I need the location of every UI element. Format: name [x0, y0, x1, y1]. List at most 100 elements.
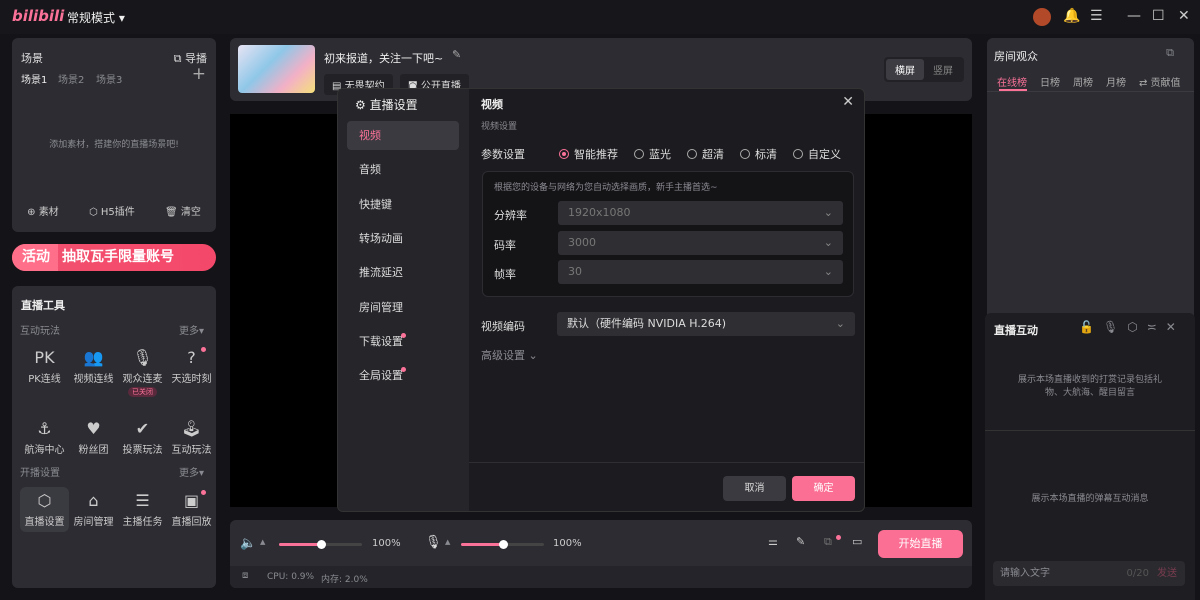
field-label: 帧率 [494, 268, 516, 281]
tool-items1-6[interactable]: ✔ 投票玩法 [118, 415, 167, 460]
camera-icon[interactable]: ▭ [852, 535, 862, 548]
mode-dropdown[interactable]: 常规模式 ▾ [67, 9, 125, 26]
preset-radio-3[interactable]: 标清 [740, 146, 777, 162]
scene-tab-3[interactable]: 场景3 [96, 71, 122, 86]
audience-tab-1[interactable]: 日榜 [1040, 74, 1060, 89]
start-live-button[interactable]: 开始直播 [878, 530, 963, 558]
mic-menu-icon[interactable]: ▲ [445, 538, 450, 546]
avatar[interactable] [1033, 8, 1051, 26]
h5-plugin-button[interactable]: ⬡ H5插件 [89, 203, 135, 218]
tool-icon: ♥ [86, 419, 101, 438]
char-count: 0/20 [1126, 568, 1149, 579]
settings-nav-4[interactable]: 推流延迟 [347, 258, 459, 287]
cancel-button[interactable]: 取消 [723, 476, 786, 501]
tool-items1-5[interactable]: ♥ 粉丝团 [69, 415, 118, 460]
settings-nav-7[interactable]: 全局设置 [347, 361, 459, 390]
settings-nav-5[interactable]: 房间管理 [347, 293, 459, 322]
audience-tab-2[interactable]: 周榜 [1073, 74, 1093, 89]
cast-icon[interactable]: ⧉ [824, 535, 832, 549]
landscape-tab[interactable]: 横屏 [886, 59, 924, 80]
advanced-settings-toggle[interactable]: 高级设置 ⌄ [481, 347, 538, 363]
add-scene-button[interactable]: + [192, 64, 206, 84]
field-select-0[interactable]: 1920x1080 ⌄ [558, 201, 843, 225]
notification-dot [201, 347, 206, 352]
field-label: 码率 [494, 238, 516, 252]
tool-icon: ☰ [135, 491, 150, 510]
more-interactive-button[interactable]: 更多▾ [179, 322, 204, 337]
tool-icon: ▣ [183, 491, 200, 510]
collapse-icon[interactable]: ≍ [1147, 320, 1157, 334]
settings-nav-3[interactable]: 转场动画 [347, 224, 459, 253]
audience-tab-4[interactable]: ⇄ 贡献值 [1139, 74, 1181, 89]
tool-label: 粉丝团 [78, 445, 109, 456]
tool-items1-7[interactable]: 🕹 互动玩法 [167, 415, 216, 460]
tool-label: 视频连线 [73, 374, 114, 385]
tool-label: 互动玩法 [171, 445, 212, 456]
settings-nav-6[interactable]: 下载设置 [347, 327, 459, 356]
effects-icon[interactable]: ✎ [796, 535, 805, 548]
audience-title: 房间观众 [994, 50, 1038, 63]
mic-icon[interactable]: 🎙 [1103, 320, 1118, 334]
menu-icon[interactable]: ☰ [1090, 8, 1103, 24]
room-cover[interactable] [238, 45, 315, 93]
bell-icon[interactable]: 🔔 [1063, 8, 1080, 24]
speaker-menu-icon[interactable]: ▲ [260, 538, 265, 546]
scene-tab-2[interactable]: 场景2 [58, 71, 84, 86]
minimize-icon[interactable]: — [1127, 8, 1141, 24]
speaker-slider[interactable] [279, 540, 362, 549]
mic-volume: 100% [553, 538, 582, 549]
chevron-down-icon: ⌄ [823, 206, 833, 219]
settings-nav-1[interactable]: 音频 [347, 155, 459, 184]
send-button[interactable]: 发送 [1157, 561, 1177, 586]
tool-items1-2[interactable]: 🎙 观众连麦 已关闭 [118, 344, 167, 401]
close-icon[interactable]: ✕ [1178, 8, 1190, 24]
radio-icon [559, 149, 569, 159]
settings-nav-0[interactable]: 视频 [347, 121, 459, 150]
field-select-1[interactable]: 3000 ⌄ [558, 230, 843, 255]
tool-label: 航海中心 [24, 445, 65, 456]
encoder-select[interactable]: 默认（硬件编码 NVIDIA H.264) ⌄ [557, 312, 855, 336]
portrait-tab[interactable]: 竖屏 [924, 59, 962, 80]
tool-items1-4[interactable]: ⚓ 航海中心 [20, 415, 69, 460]
field-select-2[interactable]: 30 ⌄ [558, 260, 843, 284]
tool-items1-0[interactable]: PK PK连线 [20, 344, 69, 401]
audience-tab-0[interactable]: 在线榜 [997, 74, 1027, 89]
tool-label: 观众连麦 [122, 374, 163, 385]
tool-label: 投票玩法 [122, 445, 163, 456]
microphone-icon[interactable]: 🎙 [425, 535, 442, 550]
scene-tab-1[interactable]: 场景1 [21, 71, 47, 86]
mixer-icon[interactable]: ⚌ [768, 535, 778, 548]
edit-title-icon[interactable]: ✎ [452, 48, 461, 61]
mic-slider[interactable] [461, 540, 544, 549]
chat-input[interactable]: 请输入文字 0/20 发送 [993, 561, 1185, 586]
confirm-button[interactable]: 确定 [792, 476, 855, 501]
tool-items2-1[interactable]: ⌂ 房间管理 [69, 487, 118, 532]
tool-items1-1[interactable]: 👥 视频连线 [69, 344, 118, 401]
settings-icon[interactable]: ⬡ [1127, 320, 1137, 334]
activity-banner[interactable]: 活动 抽取瓦手限量账号 [12, 244, 216, 271]
close-dialog-icon[interactable]: ✕ [842, 94, 854, 110]
tool-items1-3[interactable]: ? 天选时刻 [167, 344, 216, 401]
preset-radio-1[interactable]: 蓝光 [634, 146, 671, 162]
popout-icon[interactable]: ⧉ [1166, 46, 1174, 60]
performance-icon[interactable]: ⧈ [242, 570, 248, 581]
settings-nav-2[interactable]: 快捷键 [347, 190, 459, 219]
tool-items2-2[interactable]: ☰ 主播任务 [118, 487, 167, 532]
lock-icon[interactable]: 🔓 [1079, 320, 1094, 334]
notification-dot [401, 332, 406, 338]
close-interaction-icon[interactable]: ✕ [1166, 320, 1176, 334]
tool-items2-0[interactable]: ⬡ 直播设置 [20, 487, 69, 532]
speaker-icon[interactable]: 🔈 [240, 536, 256, 551]
add-material-button[interactable]: ⊕ 素材 [27, 203, 59, 218]
clear-button[interactable]: 🗑 清空 [165, 203, 201, 218]
tool-items2-3[interactable]: ▣ 直播回放 [167, 487, 216, 532]
tool-icon: ✔ [135, 419, 150, 438]
preset-radio-4[interactable]: 自定义 [793, 146, 841, 162]
tool-label: 房间管理 [73, 517, 114, 528]
audience-tab-3[interactable]: 月榜 [1106, 74, 1126, 89]
more-broadcast-button[interactable]: 更多▾ [179, 464, 204, 479]
panel-splitter[interactable] [985, 430, 1195, 431]
maximize-icon[interactable]: ☐ [1152, 8, 1165, 24]
preset-radio-2[interactable]: 超清 [687, 146, 724, 162]
preset-radio-0[interactable]: 智能推荐 [559, 146, 618, 162]
